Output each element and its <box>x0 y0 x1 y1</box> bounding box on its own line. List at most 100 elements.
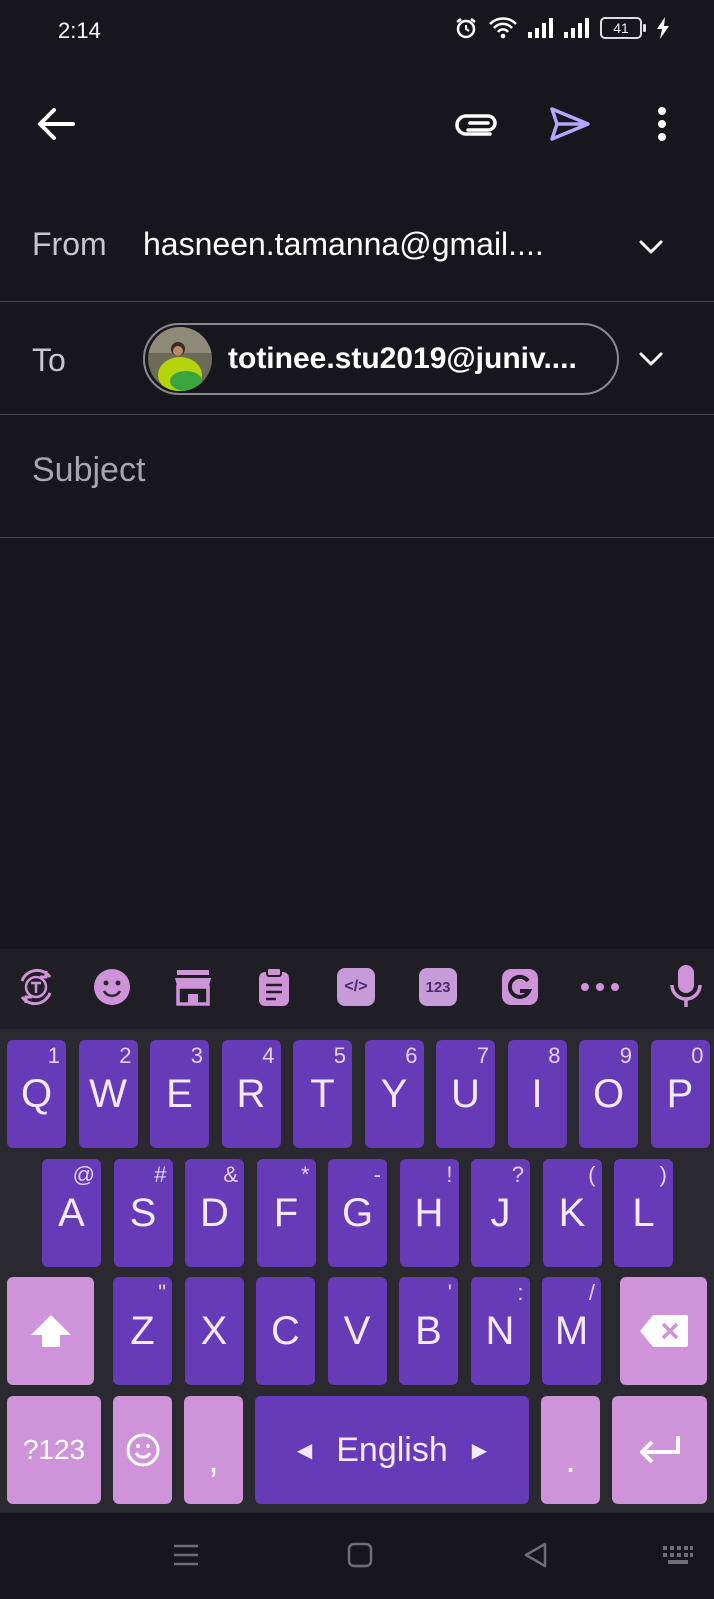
store-icon <box>175 970 211 1006</box>
key-y[interactable]: Y6 <box>364 1040 424 1148</box>
key-n[interactable]: N: <box>470 1277 530 1385</box>
key-hint: & <box>223 1162 238 1187</box>
key-label: F <box>273 1190 299 1235</box>
key-z[interactable]: Z " <box>113 1277 172 1385</box>
key-hint: 2 <box>119 1043 132 1068</box>
key-k[interactable]: K( <box>542 1159 602 1267</box>
recipient-chip[interactable]: totinee.stu2019@juniv.... <box>143 323 619 395</box>
key-label: V <box>343 1308 371 1353</box>
emoji-icon <box>126 1433 159 1467</box>
key-s[interactable]: S # <box>113 1159 173 1267</box>
space-key[interactable]: ◀ English ▶ <box>255 1396 529 1504</box>
key-label: P <box>666 1071 694 1116</box>
back-button[interactable] <box>32 100 80 148</box>
recents-button[interactable] <box>166 1535 206 1575</box>
emoji-key[interactable] <box>113 1396 172 1504</box>
key-u[interactable]: U7 <box>436 1040 495 1148</box>
key-label: Q <box>20 1071 53 1116</box>
numpad-button[interactable]: 123 <box>418 967 458 1007</box>
symbols-key-label: ?123 <box>22 1434 86 1465</box>
from-expand-button[interactable] <box>638 234 664 260</box>
key-x[interactable]: X <box>184 1277 244 1385</box>
key-t[interactable]: T5 <box>293 1040 352 1148</box>
comma-key[interactable]: , <box>184 1396 243 1504</box>
more-button[interactable] <box>580 967 620 1007</box>
to-expand-button[interactable] <box>638 346 664 372</box>
key-label: D <box>200 1190 229 1235</box>
translate-button[interactable] <box>16 967 56 1007</box>
key-label: L <box>632 1190 655 1235</box>
key-hint: 8 <box>548 1043 561 1068</box>
key-label: N <box>485 1308 515 1353</box>
attach-button[interactable] <box>452 100 500 148</box>
key-label: R <box>236 1071 266 1116</box>
key-hint: ( <box>588 1162 596 1187</box>
key-a[interactable]: A @ <box>42 1159 101 1267</box>
key-label: T <box>310 1071 335 1116</box>
signal-icon-1 <box>528 18 553 38</box>
key-c[interactable]: C <box>256 1277 315 1385</box>
gif-icon <box>502 969 538 1005</box>
home-button[interactable] <box>340 1535 380 1575</box>
key-r[interactable]: R4 <box>221 1040 281 1148</box>
keyboard: Q1W2E3R4T5Y6U7I8O9P0 A @ S # D & F * G - H! J? K(L) … <box>0 1029 714 1513</box>
key-i[interactable]: I8 <box>507 1040 567 1148</box>
key-o[interactable]: O9 <box>579 1040 638 1148</box>
comma-key-label: , <box>208 1438 219 1481</box>
key-label: M <box>554 1308 589 1353</box>
enter-key[interactable] <box>612 1396 707 1504</box>
from-row[interactable]: From hasneen.tamanna@gmail.... <box>0 190 714 302</box>
gif-button[interactable] <box>500 967 540 1007</box>
navigation-bar <box>0 1513 714 1599</box>
more-options-button[interactable] <box>640 100 684 148</box>
voice-input-button[interactable] <box>666 965 706 1007</box>
back-triangle-icon <box>524 1542 547 1568</box>
clipboard-button[interactable] <box>254 967 294 1007</box>
key-j[interactable]: J? <box>471 1159 530 1267</box>
home-icon <box>347 1542 373 1568</box>
store-button[interactable] <box>173 967 213 1007</box>
avatar <box>148 327 212 391</box>
status-bar: 2:14 41 <box>0 0 714 64</box>
key-e[interactable]: E3 <box>150 1040 209 1148</box>
key-w[interactable]: W2 <box>78 1040 138 1148</box>
back-nav-button[interactable] <box>516 1535 556 1575</box>
wifi-icon <box>489 17 517 39</box>
period-key[interactable]: . <box>541 1396 600 1504</box>
key-v[interactable]: V <box>327 1277 387 1385</box>
period-key-label: . <box>565 1438 576 1481</box>
key-f[interactable]: F * <box>256 1159 316 1267</box>
key-hint: 7 <box>476 1043 489 1068</box>
backspace-key[interactable] <box>620 1277 707 1385</box>
key-m[interactable]: M / <box>542 1277 601 1385</box>
key-p[interactable]: P0 <box>650 1040 710 1148</box>
key-hint: " <box>158 1280 166 1305</box>
key-label: Z <box>130 1308 155 1353</box>
send-button[interactable] <box>546 100 594 148</box>
key-q[interactable]: Q1 <box>7 1040 66 1148</box>
to-row[interactable]: To totinee.stu2019@juniv.... <box>0 302 714 415</box>
key-label: S <box>129 1190 157 1235</box>
message-body[interactable] <box>0 538 714 949</box>
emoji-button[interactable] <box>92 967 132 1007</box>
text-edit-button[interactable]: </> <box>336 967 376 1007</box>
key-hint: ' <box>447 1280 452 1305</box>
key-l[interactable]: L) <box>614 1159 673 1267</box>
key-label: X <box>200 1308 228 1353</box>
more-horizontal-icon <box>581 983 619 991</box>
subject-field[interactable]: Subject <box>0 415 714 538</box>
app-bar <box>0 88 714 168</box>
key-h[interactable]: H! <box>399 1159 459 1267</box>
shift-key[interactable] <box>7 1277 94 1385</box>
caret-left-icon: ◀ <box>296 1439 313 1462</box>
key-d[interactable]: D & <box>185 1159 244 1267</box>
emoji-icon <box>94 969 130 1005</box>
from-label: From <box>32 226 107 262</box>
enter-icon <box>639 1436 680 1464</box>
keyboard-switch-button[interactable] <box>658 1535 698 1575</box>
key-b[interactable]: B ' <box>399 1277 458 1385</box>
key-label: H <box>414 1190 444 1235</box>
key-hint: 6 <box>405 1043 418 1068</box>
key-g[interactable]: G- <box>328 1159 387 1267</box>
symbols-key[interactable]: ?123 <box>7 1396 101 1504</box>
